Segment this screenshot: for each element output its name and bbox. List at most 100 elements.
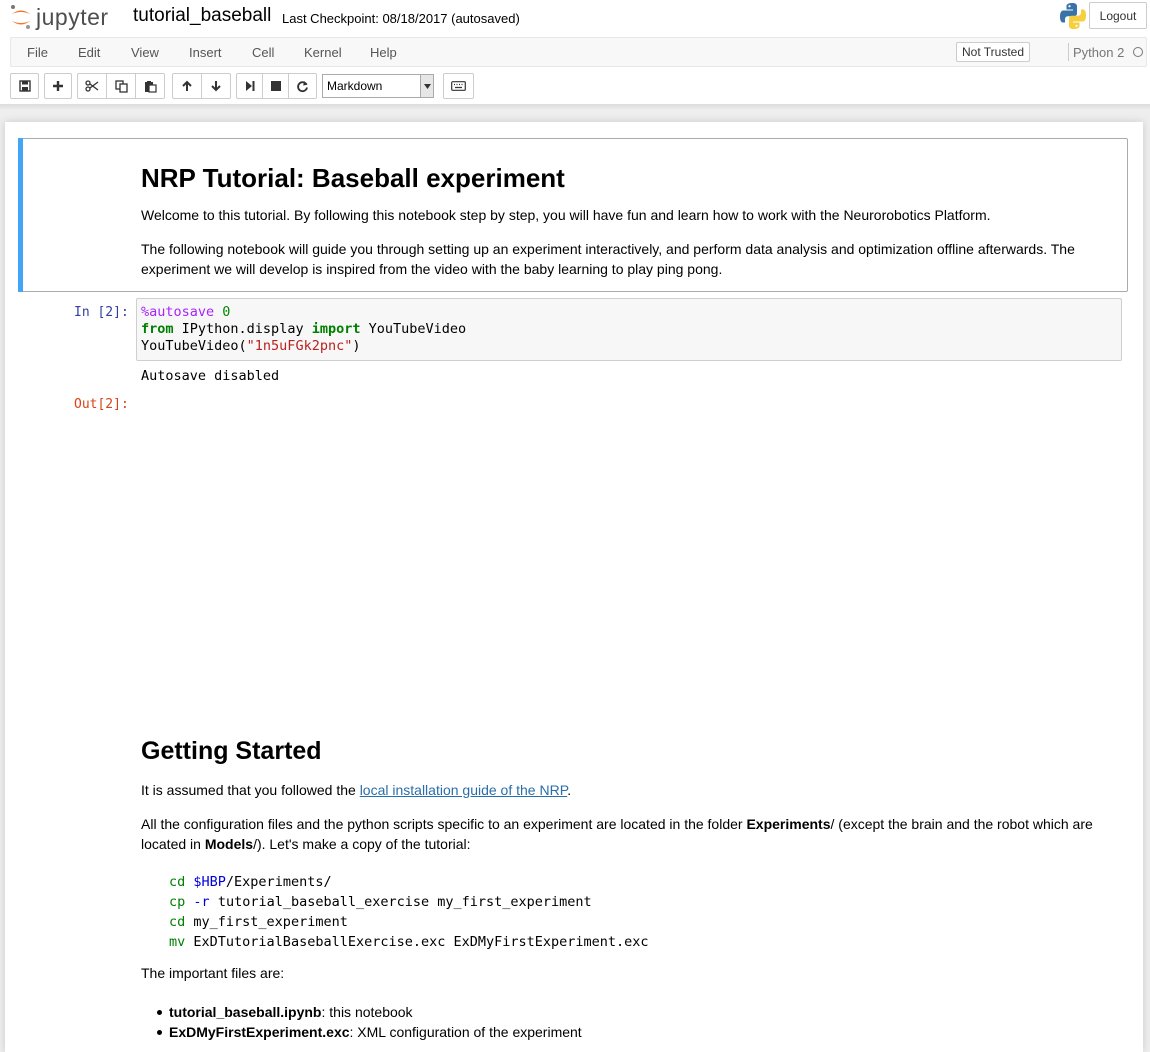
list-item: tutorial_baseball.ipynb: this notebook — [157, 1002, 582, 1022]
shell-command: mv — [169, 934, 186, 950]
shell-variable: $HBP — [193, 874, 226, 890]
cell-selection-bar — [18, 138, 23, 292]
shell-line-4: mv ExDTutorialBaseballExercise.exc ExDMy… — [169, 932, 649, 952]
models-folder: Models — [204, 836, 254, 852]
menu-view[interactable]: View — [131, 45, 159, 60]
function-call: YouTubeVideo( — [141, 338, 247, 354]
getting-started-heading: Getting Started — [141, 737, 322, 765]
intro-paragraph: The following notebook will guide you th… — [141, 241, 1075, 277]
shell-command: cd — [169, 874, 186, 890]
files-intro: The important files are: — [141, 965, 285, 981]
toolbar: Markdown — [10, 73, 1147, 99]
cut-icon — [85, 80, 99, 92]
code-editor[interactable]: %autosave 0 from IPython.display import … — [136, 298, 1122, 361]
config-paragraph: All the configuration files and the pyth… — [141, 814, 1121, 854]
not-trusted-button[interactable]: Not Trusted — [956, 42, 1031, 62]
install-text: It is assumed that you followed the — [141, 782, 360, 798]
menu-kernel[interactable]: Kernel — [304, 45, 342, 60]
command-palette-button[interactable] — [443, 73, 474, 99]
welcome-paragraph: Welcome to this tutorial. By following t… — [141, 207, 991, 223]
keyword-import: import — [311, 321, 361, 337]
menu-cell[interactable]: Cell — [252, 45, 274, 60]
config-text-e: /). Let's make a copy of the tutorial: — [253, 836, 471, 852]
shell-line-2: cp -r tutorial_baseball_exercise my_firs… — [169, 892, 649, 912]
output-prompt: Out[2]: — [74, 397, 129, 412]
notebook-container: NRP Tutorial: Baseball experiment Welcom… — [5, 122, 1143, 1052]
shell-arg: /Experiments/ — [225, 874, 332, 890]
menubar: File Edit View Insert Cell Kernel Help N… — [10, 37, 1147, 67]
save-icon — [18, 80, 31, 92]
shell-line-1: cd $HBP/Experiments/ — [169, 872, 649, 892]
cell-type-value: Markdown — [327, 79, 383, 93]
code-line-2: from IPython.display import YouTubeVideo — [141, 321, 1117, 338]
shell-command: cd — [169, 914, 186, 930]
kernel-name: Python 2 — [1073, 45, 1125, 60]
menu-help[interactable]: Help — [370, 45, 397, 60]
interrupt-button[interactable] — [262, 73, 289, 99]
experiments-folder: Experiments — [746, 816, 831, 832]
copy-icon — [114, 79, 128, 93]
notebook-name[interactable]: tutorial_baseball — [133, 5, 271, 27]
restart-button[interactable] — [288, 73, 317, 99]
file-list: tutorial_baseball.ipynb: this notebook E… — [157, 1002, 582, 1042]
arrow-down-icon — [211, 81, 221, 92]
jupyter-logo-icon — [11, 5, 30, 29]
move-up-button[interactable] — [172, 73, 202, 99]
kernel-idle-icon — [1133, 47, 1143, 57]
jupyter-logo[interactable]: jupyter — [10, 2, 109, 32]
shell-arg: tutorial_baseball_exercise my_first_expe… — [217, 894, 592, 910]
list-item: ExDMyFirstExperiment.exc: XML configurat… — [157, 1022, 582, 1042]
copy-button[interactable] — [106, 73, 136, 99]
jupyter-logo-text: jupyter — [36, 3, 109, 30]
python-logo-icon — [1059, 2, 1087, 33]
save-button[interactable] — [10, 73, 39, 99]
magic-command: %autosave — [141, 304, 215, 320]
restart-icon — [297, 80, 308, 92]
shell-line-3: cd my_first_experiment — [169, 912, 649, 932]
paste-icon — [144, 80, 157, 93]
file-name: ExDMyFirstExperiment.exc — [169, 1024, 350, 1040]
run-button[interactable] — [236, 73, 263, 99]
logout-button[interactable]: Logout — [1089, 2, 1147, 29]
install-paragraph: It is assumed that you followed the loca… — [141, 780, 1121, 800]
config-text-a: All the configuration files and the pyth… — [141, 816, 747, 832]
move-down-button[interactable] — [201, 73, 231, 99]
arrow-up-icon — [182, 80, 192, 91]
checkpoint-status: Last Checkpoint: 08/18/2017 (autosaved) — [282, 11, 520, 26]
import-name: YouTubeVideo — [368, 321, 467, 337]
keyword-from: from — [141, 321, 174, 337]
menu-edit[interactable]: Edit — [78, 45, 100, 60]
cell-type-select[interactable]: Markdown — [322, 74, 434, 98]
paste-button[interactable] — [135, 73, 165, 99]
file-desc: : XML configuration of the experiment — [349, 1024, 582, 1040]
file-name: tutorial_baseball.ipynb — [169, 1004, 322, 1020]
plus-icon — [53, 81, 63, 91]
keyboard-icon — [451, 81, 466, 91]
close-paren: ) — [352, 338, 361, 354]
menu-insert[interactable]: Insert — [189, 45, 222, 60]
header: jupyter tutorial_baseball Last Checkpoin… — [0, 0, 1150, 104]
video-output-area — [141, 397, 1121, 697]
code-line-3: YouTubeVideo("1n5uFGk2pnc") — [141, 338, 1117, 355]
markdown-cell-selected[interactable]: NRP Tutorial: Baseball experiment Welcom… — [18, 138, 1128, 292]
shell-flag: -r — [193, 894, 210, 910]
stdout-output: Autosave disabled — [141, 368, 280, 384]
shell-arg: my_first_experiment — [193, 914, 348, 930]
kernel-divider — [1068, 43, 1069, 61]
header-shadow — [0, 104, 1150, 110]
menu-file[interactable]: File — [27, 45, 48, 60]
code-line-1: %autosave 0 — [141, 304, 1117, 321]
install-text-end: . — [567, 782, 572, 798]
insert-cell-button[interactable] — [44, 73, 72, 99]
shell-command: cp — [169, 894, 186, 910]
shell-code-block: cd $HBP/Experiments/ cp -r tutorial_base… — [169, 872, 649, 952]
file-desc: : this notebook — [321, 1004, 413, 1020]
cut-button[interactable] — [77, 73, 107, 99]
shell-arg: ExDTutorialBaseballExercise.exc ExDMyFir… — [193, 934, 649, 950]
number-literal: 0 — [222, 304, 231, 320]
installation-guide-link[interactable]: local installation guide of the NRP — [360, 782, 568, 798]
module-name: IPython.display — [181, 321, 304, 337]
chevron-down-icon — [420, 75, 433, 97]
run-icon — [245, 81, 254, 91]
string-literal: "1n5uFGk2pnc" — [246, 338, 353, 354]
